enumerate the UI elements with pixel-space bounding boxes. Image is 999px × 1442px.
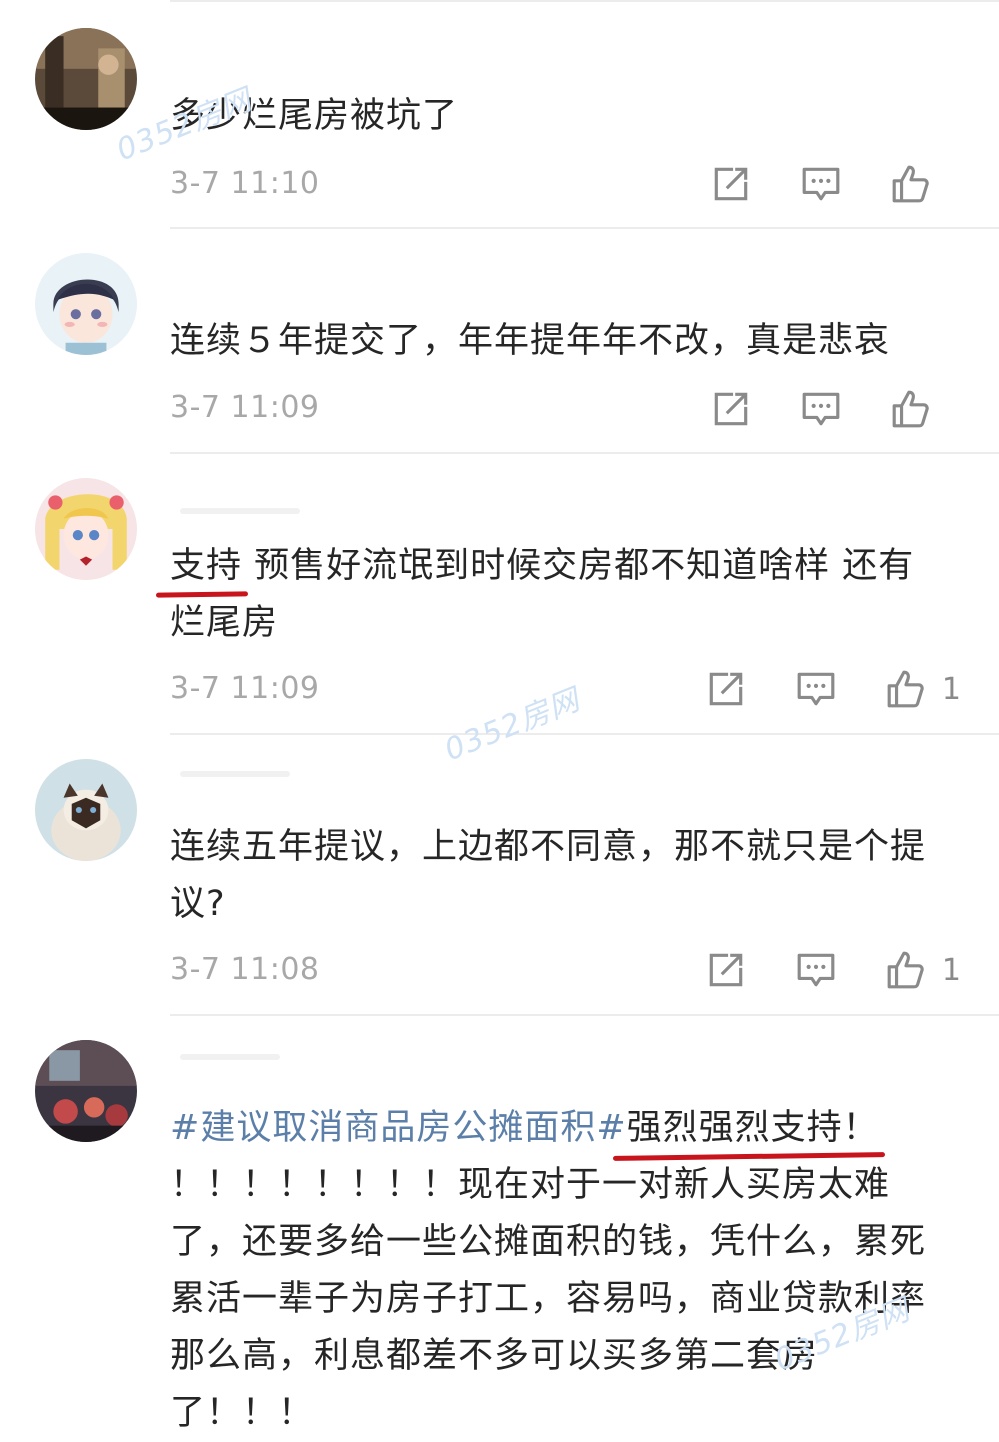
underlined-text: 支持	[170, 538, 242, 595]
action-bar: 1	[702, 665, 961, 713]
like-count: 1	[941, 671, 961, 707]
action-bar	[707, 160, 961, 208]
comment-icon	[797, 672, 835, 706]
avatar[interactable]	[35, 1040, 137, 1142]
comment-button[interactable]	[792, 665, 840, 713]
comment-icon	[797, 953, 835, 987]
like-count: 1	[941, 952, 961, 988]
avatar[interactable]	[35, 253, 137, 355]
comment-text: 连续五年提议，上边都不同意，那不就只是个提议?	[170, 827, 927, 924]
divider	[170, 733, 999, 735]
like-icon	[892, 165, 929, 203]
comment-icon	[802, 167, 840, 201]
like-icon	[887, 951, 924, 989]
share-icon	[714, 167, 748, 201]
timestamp: 3-7 11:10	[170, 166, 320, 201]
like-button[interactable]	[887, 385, 935, 433]
watermark: 0352房网	[439, 682, 586, 769]
top-divider	[170, 0, 999, 2]
topic-hashtag[interactable]: #建议取消商品房公摊面积#	[170, 1108, 627, 1148]
comment-text: 连续５年提交了，年年提年年不改，真是悲哀	[170, 321, 891, 361]
share-button[interactable]	[707, 160, 755, 208]
underlined-text: 强烈强烈支持！	[627, 1100, 879, 1157]
share-button[interactable]	[707, 385, 755, 433]
comment-button[interactable]	[797, 385, 845, 433]
like-icon	[887, 670, 924, 708]
username-placeholder	[180, 771, 290, 777]
comment-text-rest: ！！！！！！！！现在对于一对新人买房太难了，还要多给一些公摊面积的钱，凭什么，累…	[170, 1165, 927, 1433]
timestamp: 3-7 11:08	[170, 952, 320, 987]
like-icon	[892, 390, 929, 428]
username-placeholder	[180, 508, 300, 514]
action-bar	[707, 385, 961, 433]
like-button[interactable]	[882, 946, 930, 994]
divider	[170, 452, 999, 454]
comment-button[interactable]	[797, 160, 845, 208]
share-button[interactable]	[702, 665, 750, 713]
share-icon	[714, 392, 748, 426]
avatar[interactable]	[35, 28, 137, 130]
share-icon	[709, 672, 743, 706]
comment-text-rest: 预售好流氓到时候交房都不知道啥样 还有烂尾房	[170, 546, 915, 643]
like-button[interactable]	[882, 665, 930, 713]
share-icon	[709, 953, 743, 987]
comment-button[interactable]	[792, 946, 840, 994]
avatar[interactable]	[35, 478, 137, 580]
divider	[170, 1014, 999, 1016]
timestamp: 3-7 11:09	[170, 390, 320, 425]
avatar[interactable]	[35, 759, 137, 861]
username-placeholder	[180, 1054, 280, 1060]
action-bar: 1	[702, 946, 961, 994]
like-button[interactable]	[887, 160, 935, 208]
comment-text: 支持 预售好流氓到时候交房都不知道啥样 还有烂尾房	[170, 538, 950, 652]
timestamp: 3-7 11:09	[170, 671, 320, 706]
divider	[170, 227, 999, 229]
share-button[interactable]	[702, 946, 750, 994]
comment-icon	[802, 392, 840, 426]
comment-text: #建议取消商品房公摊面积#强烈强烈支持！ ！！！！！！！！现在对于一对新人买房太难…	[170, 1100, 950, 1442]
comment-text: 多少烂尾房被坑了	[170, 96, 459, 136]
